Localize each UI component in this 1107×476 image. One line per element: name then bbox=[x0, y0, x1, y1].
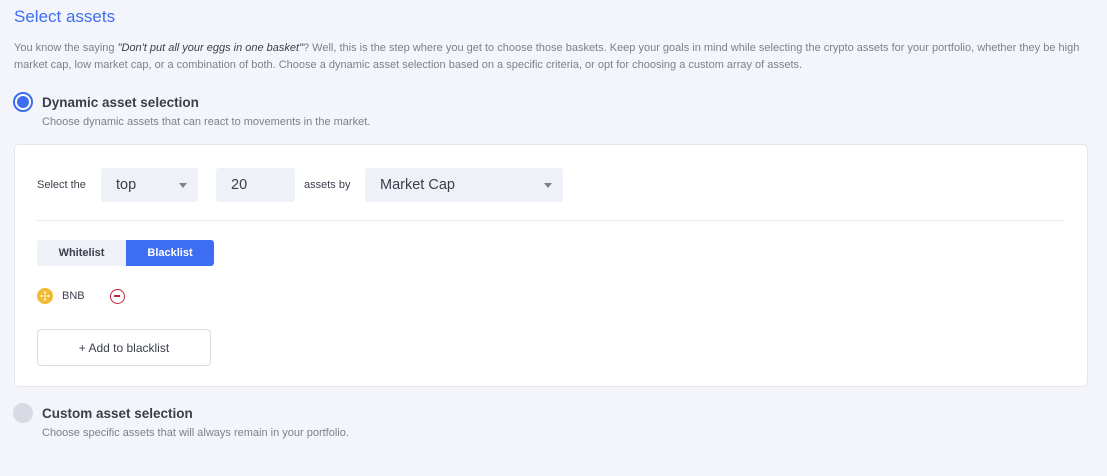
asset-count-input[interactable]: 20 bbox=[216, 168, 295, 202]
direction-select-value: top bbox=[116, 177, 137, 193]
metric-select-value: Market Cap bbox=[380, 177, 455, 193]
select-the-label: Select the bbox=[37, 179, 86, 191]
asset-count-value: 20 bbox=[231, 177, 248, 193]
section-intro: You know the saying "Don't put all your … bbox=[14, 40, 1099, 74]
chevron-down-icon bbox=[179, 183, 187, 188]
bnb-icon bbox=[37, 288, 53, 304]
asset-symbol: BNB bbox=[62, 290, 85, 302]
add-to-blacklist-button[interactable]: + Add to blacklist bbox=[37, 329, 211, 366]
list-type-tabs: Whitelist Blacklist bbox=[37, 240, 214, 266]
dynamic-asset-option[interactable]: Dynamic asset selection bbox=[13, 92, 199, 112]
custom-asset-radio[interactable] bbox=[13, 403, 33, 423]
remove-icon[interactable] bbox=[109, 288, 125, 304]
intro-text-start: You know the saying bbox=[14, 42, 118, 54]
section-title: Select assets bbox=[14, 7, 116, 26]
tab-blacklist[interactable]: Blacklist bbox=[126, 240, 214, 266]
card-divider bbox=[37, 220, 1064, 221]
dynamic-asset-description: Choose dynamic assets that can react to … bbox=[42, 116, 371, 128]
tab-whitelist[interactable]: Whitelist bbox=[37, 240, 126, 266]
custom-asset-option[interactable]: Custom asset selection bbox=[13, 403, 193, 423]
dynamic-asset-radio[interactable] bbox=[13, 92, 33, 112]
assets-by-label: assets by bbox=[304, 179, 351, 191]
blacklist-item: BNB bbox=[37, 288, 125, 304]
custom-asset-description: Choose specific assets that will always … bbox=[42, 427, 349, 439]
asset-selection-page: Select assets You know the saying "Don't… bbox=[0, 0, 1107, 476]
radio-selected-dot bbox=[17, 96, 29, 108]
dynamic-asset-label: Dynamic asset selection bbox=[42, 94, 199, 110]
metric-select[interactable]: Market Cap bbox=[365, 168, 563, 202]
chevron-down-icon bbox=[544, 183, 552, 188]
dynamic-selection-card: Select the top 20 assets by Market Cap W… bbox=[14, 144, 1088, 387]
custom-asset-label: Custom asset selection bbox=[42, 405, 193, 421]
intro-quote: "Don't put all your eggs in one basket" bbox=[117, 42, 303, 54]
direction-select[interactable]: top bbox=[101, 168, 198, 202]
